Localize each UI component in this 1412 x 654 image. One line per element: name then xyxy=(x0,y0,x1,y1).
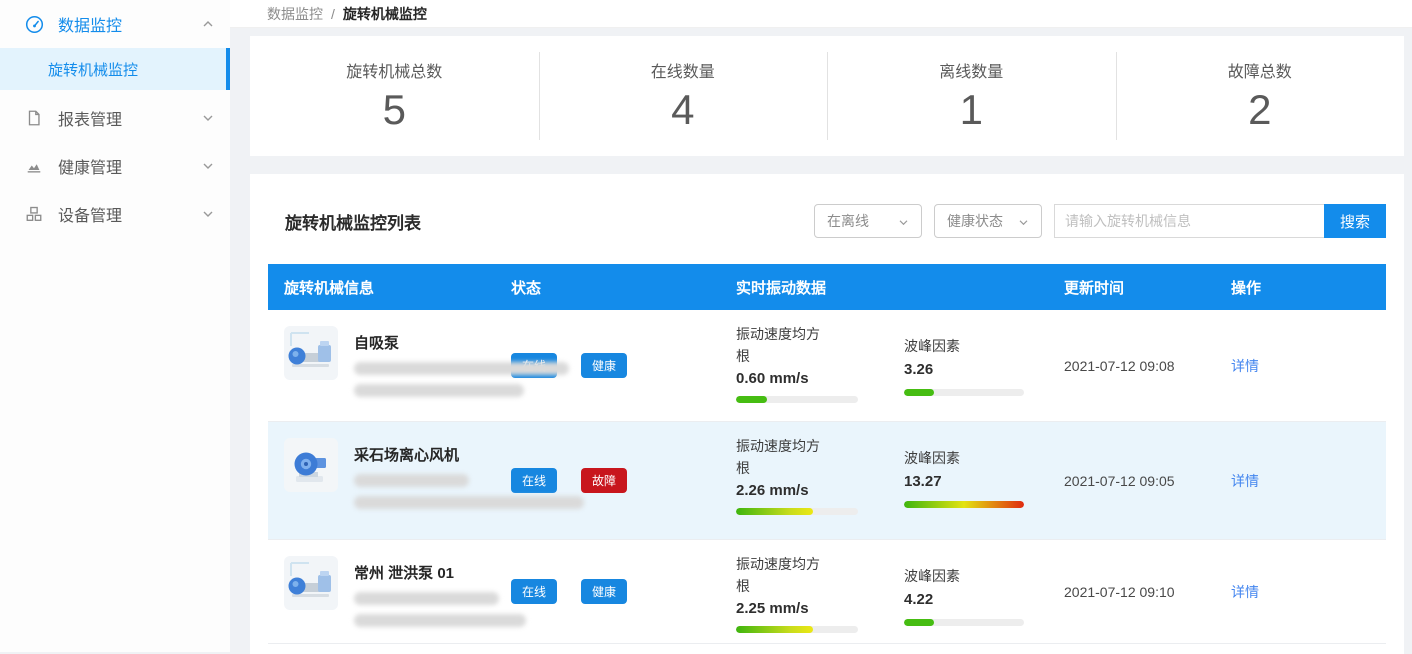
crest-factor-value: 13.27 xyxy=(904,473,1024,490)
chevron-down-icon xyxy=(202,210,214,218)
sidebar-item-label: 设备管理 xyxy=(58,202,202,226)
device-thumbnail xyxy=(284,326,338,380)
crest-factor-value: 3.26 xyxy=(904,361,1024,378)
device-grid-icon xyxy=(24,204,44,224)
search-button[interactable]: 搜索 xyxy=(1324,204,1386,238)
crest-factor-label: 波峰因素 xyxy=(904,566,1024,588)
health-status-select[interactable]: 健康状态 xyxy=(934,204,1042,238)
crest-progress-bar xyxy=(904,501,1024,508)
online-status-badge: 在线 xyxy=(511,579,557,604)
content-area: 数据监控 / 旋转机械监控 旋转机械总数 5 在线数量 4 离线数量 1 故障总… xyxy=(230,0,1412,652)
sidebar-item-rotating-machinery[interactable]: 旋转机械监控 xyxy=(0,48,230,90)
breadcrumb: 数据监控 / 旋转机械监控 xyxy=(230,0,1412,28)
sidebar-item-label: 健康管理 xyxy=(58,154,202,178)
rms-progress-bar xyxy=(736,626,858,633)
health-status-badge: 健康 xyxy=(581,579,627,604)
sidebar: 数据监控 旋转机械监控 报表管理 健康管理 设备管理 xyxy=(0,0,230,652)
stat-value: 2 xyxy=(1248,86,1271,134)
stat-label: 故障总数 xyxy=(1228,58,1292,82)
redacted-text xyxy=(354,496,584,509)
health-status-badge: 健康 xyxy=(581,353,627,378)
sidebar-item-data-monitoring[interactable]: 数据监控 xyxy=(0,0,230,48)
redacted-text xyxy=(354,474,469,487)
stat-value: 5 xyxy=(383,86,406,134)
machine-list-panel: 旋转机械监控列表 在离线 健康状态 搜索 xyxy=(250,174,1404,654)
chevron-down-icon xyxy=(202,114,214,122)
redacted-text xyxy=(354,614,526,627)
crest-factor-value: 4.22 xyxy=(904,591,1024,608)
report-icon xyxy=(24,108,44,128)
detail-link[interactable]: 详情 xyxy=(1231,471,1259,491)
rms-label: 振动速度均方根 xyxy=(736,554,828,597)
table-header-row: 旋转机械信息状态实时振动数据更新时间操作 xyxy=(268,264,1386,310)
rms-label: 振动速度均方根 xyxy=(736,324,828,367)
chevron-down-icon xyxy=(202,162,214,170)
crest-factor-label: 波峰因素 xyxy=(904,336,1024,358)
breadcrumb-separator: / xyxy=(331,6,335,22)
health-status-badge: 故障 xyxy=(581,468,627,493)
rms-value: 2.26 mm/s xyxy=(736,482,904,499)
crest-factor-label: 波峰因素 xyxy=(904,448,1024,470)
sidebar-item-label: 数据监控 xyxy=(58,12,202,36)
column-header: 更新时间 xyxy=(1048,277,1215,298)
redacted-text xyxy=(354,592,499,605)
detail-link[interactable]: 详情 xyxy=(1231,582,1259,602)
redacted-text xyxy=(354,384,524,397)
table-row: 采石场离心风机在线故障振动速度均方根2.26 mm/s波峰因素13.272021… xyxy=(268,422,1386,540)
stat-label: 在线数量 xyxy=(651,58,715,82)
column-header: 状态 xyxy=(495,277,728,298)
table-body: 自吸泵在线健康振动速度均方根0.60 mm/s波峰因素3.262021-07-1… xyxy=(268,310,1386,644)
chevron-down-icon xyxy=(898,213,909,229)
stat-total-machines: 旋转机械总数 5 xyxy=(250,36,539,156)
sidebar-item-report-management[interactable]: 报表管理 xyxy=(0,94,230,142)
breadcrumb-current: 旋转机械监控 xyxy=(343,4,427,24)
sidebar-subitem-label: 旋转机械监控 xyxy=(48,59,138,80)
table-row: 自吸泵在线健康振动速度均方根0.60 mm/s波峰因素3.262021-07-1… xyxy=(268,310,1386,422)
device-thumbnail xyxy=(284,438,338,492)
stats-card: 旋转机械总数 5 在线数量 4 离线数量 1 故障总数 2 xyxy=(250,36,1404,156)
crest-progress-bar xyxy=(904,389,1024,396)
filter-bar: 在离线 健康状态 搜索 xyxy=(814,204,1386,238)
rms-progress-bar xyxy=(736,508,858,515)
sidebar-item-label: 报表管理 xyxy=(58,106,202,130)
redacted-text xyxy=(354,362,569,375)
machine-table: 旋转机械信息状态实时振动数据更新时间操作 自吸泵在线健康振动速度均方根0.60 … xyxy=(268,264,1386,644)
column-header: 操作 xyxy=(1215,277,1386,298)
gauge-icon xyxy=(24,14,44,34)
column-header: 旋转机械信息 xyxy=(268,277,495,298)
panel-title: 旋转机械监控列表 xyxy=(268,209,421,234)
select-value: 在离线 xyxy=(827,211,869,231)
sidebar-item-health-management[interactable]: 健康管理 xyxy=(0,142,230,190)
crest-progress-bar xyxy=(904,619,1024,626)
detail-link[interactable]: 详情 xyxy=(1231,356,1259,376)
updated-time: 2021-07-12 09:08 xyxy=(1048,310,1215,421)
sidebar-item-device-management[interactable]: 设备管理 xyxy=(0,190,230,238)
stat-value: 1 xyxy=(960,86,983,134)
stat-value: 4 xyxy=(671,86,694,134)
stat-label: 旋转机械总数 xyxy=(346,58,442,82)
rms-value: 0.60 mm/s xyxy=(736,370,904,387)
rms-label: 振动速度均方根 xyxy=(736,436,828,479)
stat-offline-count: 离线数量 1 xyxy=(827,36,1116,156)
column-header: 实时振动数据 xyxy=(728,277,1048,298)
online-status-badge: 在线 xyxy=(511,468,557,493)
updated-time: 2021-07-12 09:05 xyxy=(1048,422,1215,539)
stat-label: 离线数量 xyxy=(939,58,1003,82)
stat-fault-count: 故障总数 2 xyxy=(1116,36,1405,156)
search-input[interactable] xyxy=(1054,204,1324,238)
health-chart-icon xyxy=(24,156,44,176)
chevron-up-icon xyxy=(202,20,214,28)
select-value: 健康状态 xyxy=(947,211,1003,231)
stat-online-count: 在线数量 4 xyxy=(539,36,828,156)
rms-progress-bar xyxy=(736,396,858,403)
chevron-down-icon xyxy=(1018,213,1029,229)
device-thumbnail xyxy=(284,556,338,610)
rms-value: 2.25 mm/s xyxy=(736,600,904,617)
updated-time: 2021-07-12 09:10 xyxy=(1048,540,1215,643)
breadcrumb-parent[interactable]: 数据监控 xyxy=(267,4,323,24)
online-offline-select[interactable]: 在离线 xyxy=(814,204,922,238)
table-row: 常州 泄洪泵 01在线健康振动速度均方根2.25 mm/s波峰因素4.22202… xyxy=(268,540,1386,644)
